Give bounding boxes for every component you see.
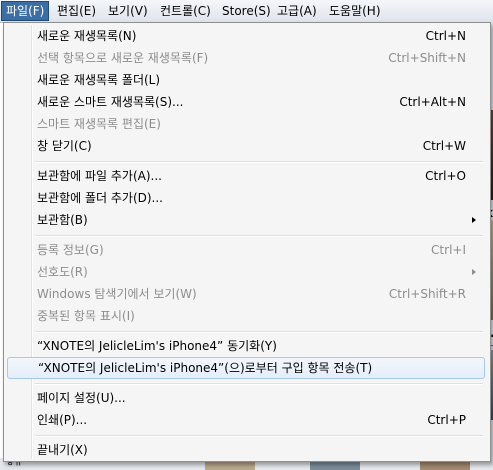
menu-item-label: “XNOTE의 JelicleLim's iPhone4”(으)로부터 구입 항… [38,361,373,375]
menu-item-label: 새로운 스마트 재생목록(S)... [37,95,184,109]
menu-item-label: 선택 항목으로 새로운 재생목록(F) [37,51,209,65]
menu-help[interactable]: 도움말(H) [325,2,385,20]
menubar: 파일(F) 편집(E) 보기(V) 컨트롤(C) Store(S) 고급(A) … [0,0,493,23]
menu-item-label: “XNOTE의 JelicleLim's iPhone4” 동기화(Y) [37,339,277,353]
menu-separator [35,383,483,385]
menu-item-label: Windows 탐색기에서 보기(W) [37,287,197,301]
menu-store[interactable]: Store(S) [218,2,275,20]
menu-item-label: 선호도(R) [37,265,88,279]
menu-item-shortcut: Ctrl+Alt+N [399,95,466,109]
menu-item-rating[interactable]: 선호도(R) [6,261,486,283]
menu-item-exit[interactable]: 끝내기(X) [6,439,486,461]
menu-item-label: 인쇄(P)... [37,413,88,427]
menu-item-show-duplicates[interactable]: 중복된 항목 표시(I) [6,305,486,327]
menu-item-label: 등록 정보(G) [37,243,104,257]
menu-item-label: 중복된 항목 표시(I) [37,309,135,323]
menu-edit[interactable]: 편집(E) [53,2,100,20]
file-menu-dropdown: 새로운 재생목록(N) Ctrl+N 선택 항목으로 새로운 재생목록(F) C… [3,22,491,462]
menu-item-new-playlist-from-selection[interactable]: 선택 항목으로 새로운 재생목록(F) Ctrl+Shift+N [6,47,486,69]
menu-item-page-setup[interactable]: 페이지 설정(U)... [6,387,486,409]
menu-item-add-file-to-library[interactable]: 보관함에 파일 추가(A)... Ctrl+O [6,165,486,187]
menu-item-shortcut: Ctrl+Shift+N [388,51,466,65]
menu-item-label: 창 닫기(C) [37,139,92,153]
menu-item-label: 새로운 재생목록 폴더(L) [37,73,161,87]
menu-item-new-smart-playlist[interactable]: 새로운 스마트 재생목록(S)... Ctrl+Alt+N [6,91,486,113]
submenu-arrow-icon [472,269,476,275]
menu-item-add-folder-to-library[interactable]: 보관함에 폴더 추가(D)... [6,187,486,209]
menu-item-label: 보관함(B) [37,213,88,227]
menu-separator [35,435,483,437]
menu-item-shortcut: Ctrl+I [431,243,466,257]
menu-item-label: 페이지 설정(U)... [37,391,126,405]
menu-separator [35,235,483,237]
menu-view[interactable]: 보기(V) [104,2,152,20]
menu-advanced[interactable]: 고급(A) [273,2,321,20]
menu-item-close-window[interactable]: 창 닫기(C) Ctrl+W [6,135,486,157]
menu-separator [35,161,483,163]
menu-item-new-playlist-folder[interactable]: 새로운 재생목록 폴더(L) [6,69,486,91]
menu-item-shortcut: Ctrl+O [425,169,466,183]
menu-item-get-info[interactable]: 등록 정보(G) Ctrl+I [6,239,486,261]
menu-item-sync-iphone[interactable]: “XNOTE의 JelicleLim's iPhone4” 동기화(Y) [6,335,486,357]
menu-item-edit-smart-playlist[interactable]: 스마트 재생목록 편집(E) [6,113,486,135]
menu-item-shortcut: Ctrl+P [427,413,466,427]
menu-item-library[interactable]: 보관함(B) [6,209,486,231]
menu-controls[interactable]: 컨트롤(C) [156,2,215,20]
menu-item-label: 보관함에 폴더 추가(D)... [37,191,163,205]
menu-item-show-in-explorer[interactable]: Windows 탐색기에서 보기(W) Ctrl+Shift+R [6,283,486,305]
menu-item-new-playlist[interactable]: 새로운 재생목록(N) Ctrl+N [6,25,486,47]
menu-item-transfer-purchases[interactable]: “XNOTE의 JelicleLim's iPhone4”(으)로부터 구입 항… [7,357,485,379]
menu-item-shortcut: Ctrl+W [422,139,466,153]
menu-item-label: 스마트 재생목록 편집(E) [37,117,161,131]
menu-file[interactable]: 파일(F) [1,1,50,21]
submenu-arrow-icon [472,217,476,223]
menu-item-label: 보관함에 파일 추가(A)... [37,169,162,183]
menu-item-shortcut: Ctrl+Shift+R [388,287,466,301]
menu-item-label: 새로운 재생목록(N) [37,29,137,43]
menu-item-shortcut: Ctrl+N [425,29,466,43]
menu-separator [35,331,483,333]
menu-item-print[interactable]: 인쇄(P)... Ctrl+P [6,409,486,431]
menu-item-label: 끝내기(X) [37,443,88,457]
